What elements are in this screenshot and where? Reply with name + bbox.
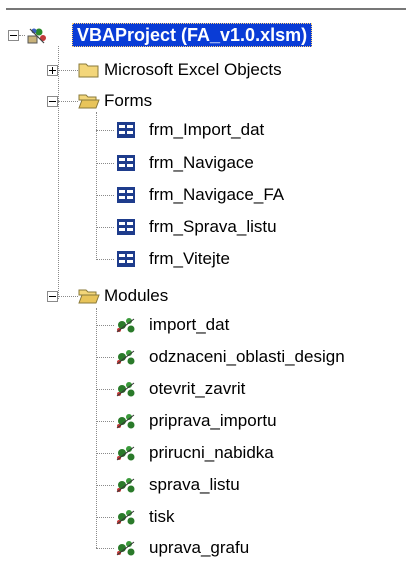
module-icon <box>114 476 136 494</box>
tree-item-form[interactable]: frm_Navigace <box>146 152 257 174</box>
collapse-toggle[interactable] <box>47 96 58 107</box>
module-icon <box>114 348 136 366</box>
tree-line <box>96 130 114 131</box>
tree-line <box>58 70 78 71</box>
tree-line <box>58 101 78 102</box>
module-icon <box>114 412 136 430</box>
tree-line <box>96 357 114 358</box>
userform-icon <box>116 154 138 172</box>
tree-line <box>19 35 25 36</box>
tree-line <box>96 259 114 260</box>
tree-item-module[interactable]: uprava_grafu <box>146 537 252 559</box>
tree-item-module[interactable]: import_dat <box>146 314 232 336</box>
tree-line <box>96 308 97 548</box>
vba-project-icon <box>26 26 48 44</box>
tree-line <box>96 485 114 486</box>
folder-closed-icon <box>78 61 100 79</box>
tree-item-modules[interactable]: Modules <box>101 285 171 307</box>
expand-toggle[interactable] <box>47 65 58 76</box>
tree-item-module[interactable]: tisk <box>146 506 178 528</box>
project-explorer-tree: VBAProject (FA_v1.0.xlsm) Microsoft Exce… <box>0 0 406 557</box>
userform-icon <box>116 250 138 268</box>
tree-line <box>96 112 97 260</box>
userform-icon <box>116 218 138 236</box>
tree-line <box>96 389 114 390</box>
project-node-label[interactable]: VBAProject (FA_v1.0.xlsm) <box>72 23 313 47</box>
module-icon <box>114 380 136 398</box>
tree-item-module[interactable]: prirucni_nabidka <box>146 442 277 464</box>
tree-line <box>96 163 114 164</box>
tree-item-forms[interactable]: Forms <box>101 90 155 112</box>
tree-line <box>96 517 114 518</box>
collapse-toggle[interactable] <box>47 291 58 302</box>
collapse-toggle[interactable] <box>8 30 19 41</box>
tree-line <box>58 46 59 299</box>
module-icon <box>114 508 136 526</box>
tree-item-module[interactable]: priprava_importu <box>146 410 280 432</box>
tree-line <box>96 195 114 196</box>
tree-item-form[interactable]: frm_Navigace_FA <box>146 184 287 206</box>
tree-item-form[interactable]: frm_Sprava_listu <box>146 216 280 238</box>
userform-icon <box>116 121 138 139</box>
tree-line <box>96 421 114 422</box>
tree-item-form[interactable]: frm_Import_dat <box>146 119 267 141</box>
module-icon <box>114 316 136 334</box>
tree-line <box>96 453 114 454</box>
userform-icon <box>116 186 138 204</box>
tree-item-module[interactable]: sprava_listu <box>146 474 243 496</box>
tree-line <box>96 548 114 549</box>
module-icon <box>114 539 136 557</box>
folder-open-icon <box>78 92 100 110</box>
module-icon <box>114 444 136 462</box>
tree-item-excel-objects[interactable]: Microsoft Excel Objects <box>101 59 285 81</box>
tree-item-module[interactable]: otevrit_zavrit <box>146 378 248 400</box>
tree-line <box>96 227 114 228</box>
folder-open-icon <box>78 287 100 305</box>
tree-line <box>58 296 78 297</box>
tree-item-module[interactable]: odznaceni_oblasti_design <box>146 346 348 368</box>
tree-item-form[interactable]: frm_Vitejte <box>146 248 233 270</box>
tree-line <box>96 325 114 326</box>
